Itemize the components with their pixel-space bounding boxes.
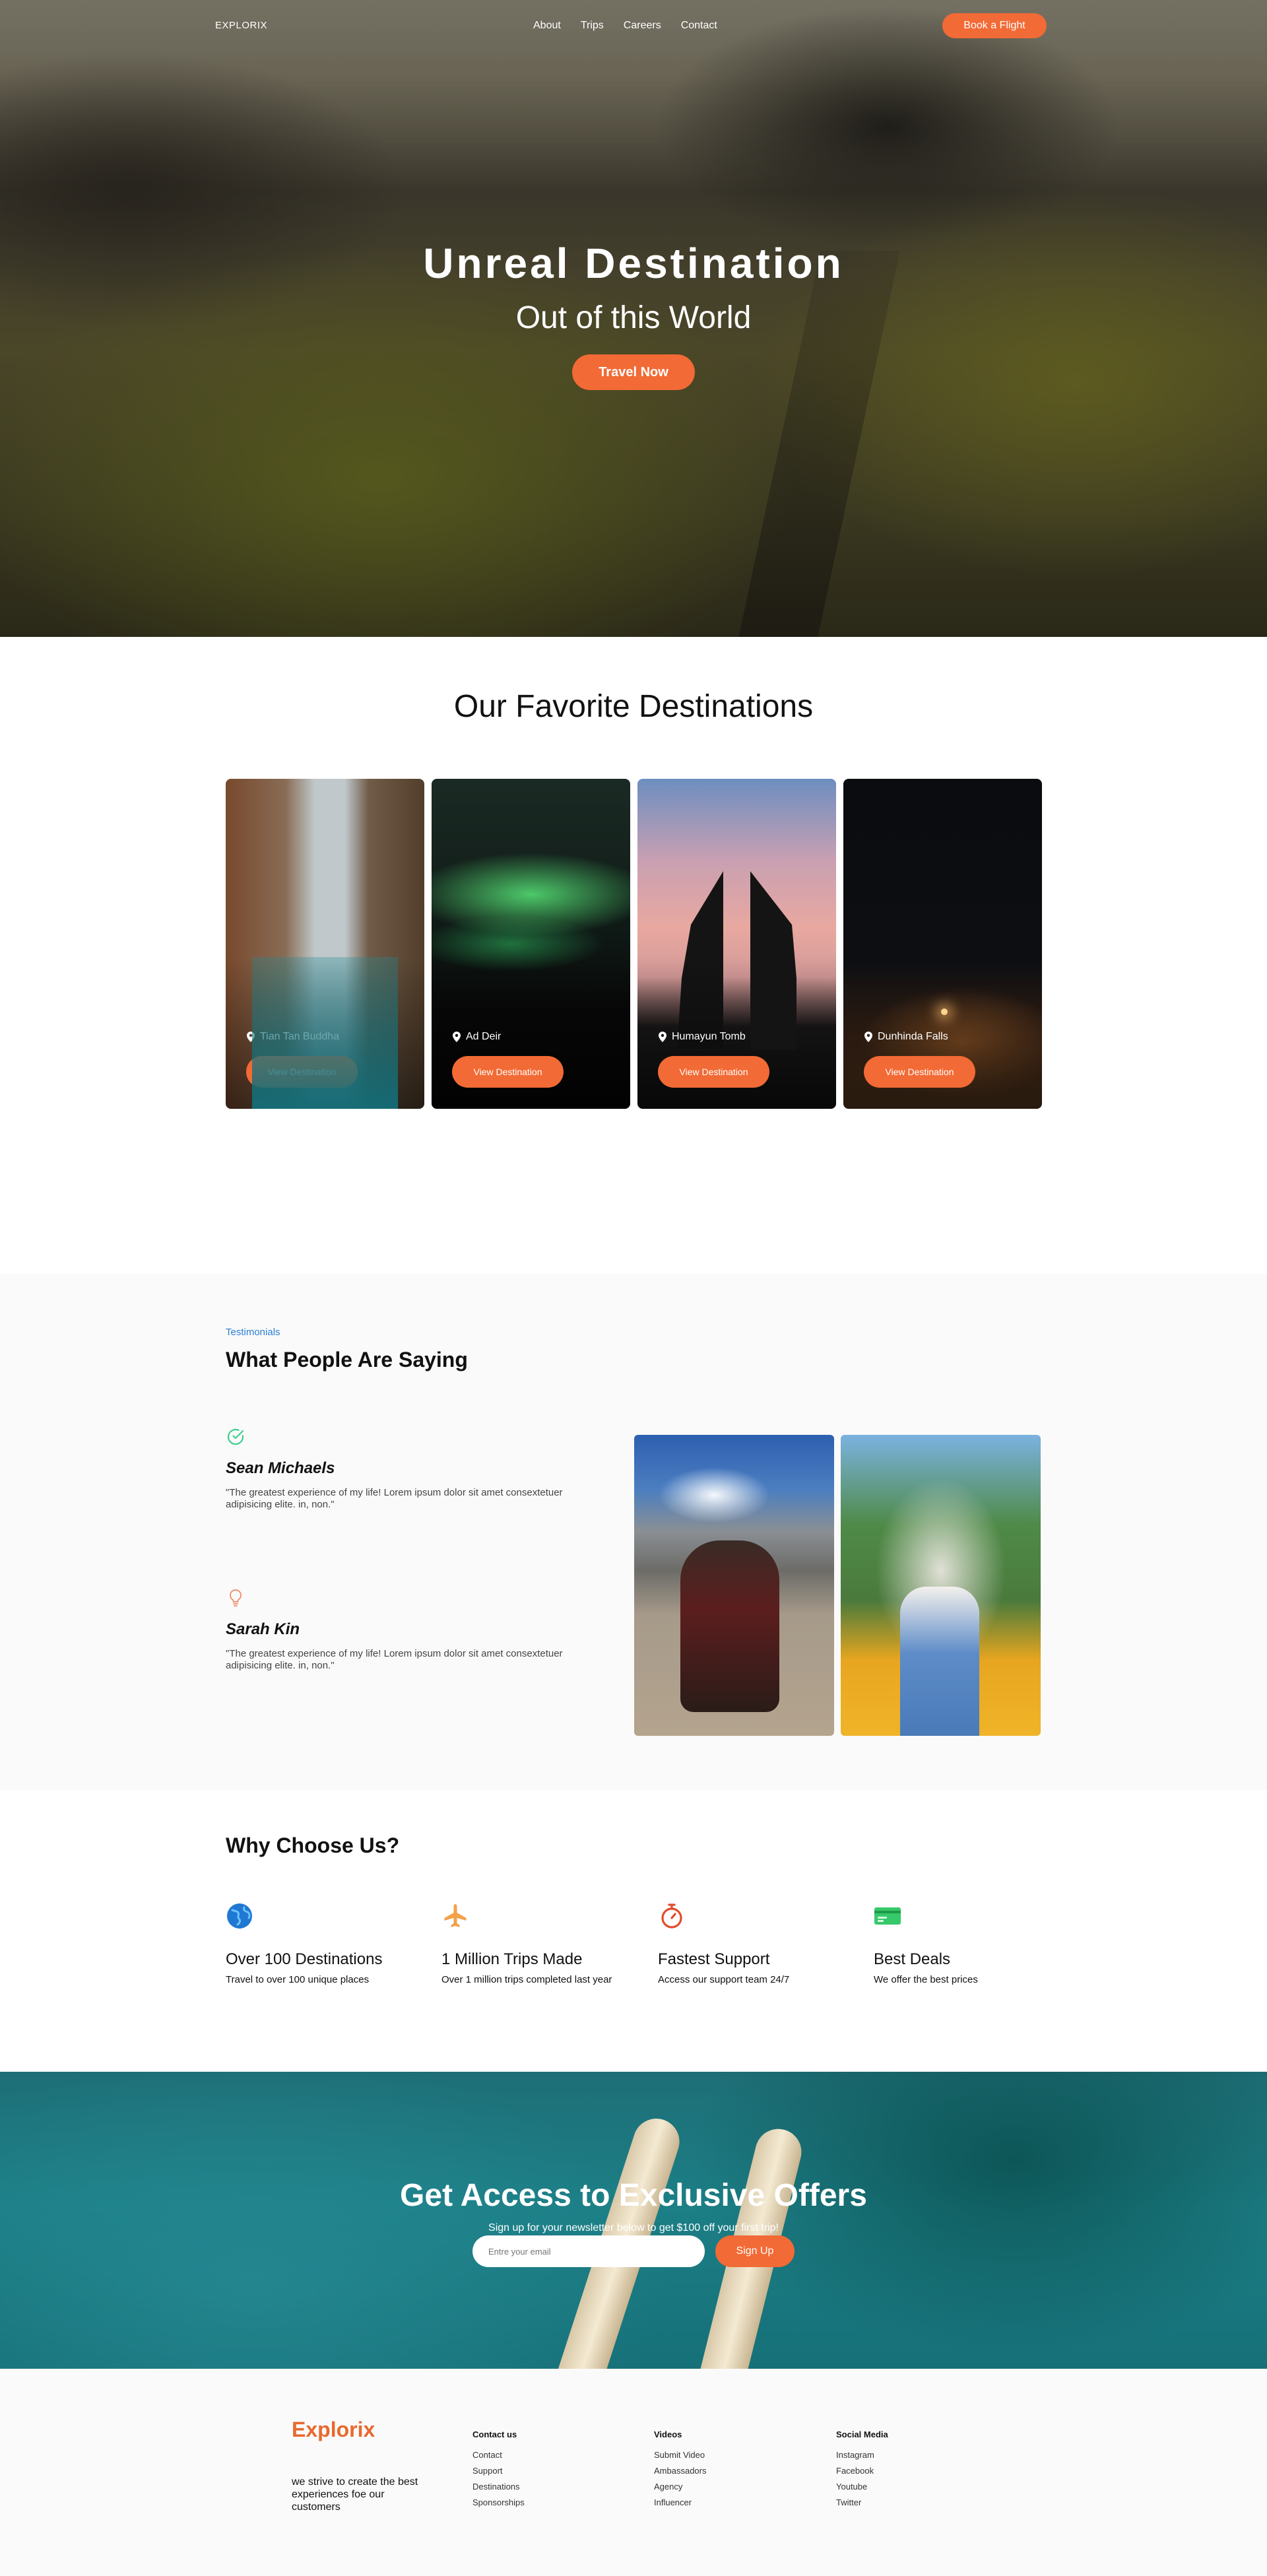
- brand-logo[interactable]: EXPLORIX: [215, 20, 267, 31]
- globe-icon: [227, 1903, 252, 1929]
- card-location-name: Tian Tan Buddha: [260, 1031, 340, 1042]
- footer-link[interactable]: Instagram: [836, 2450, 888, 2460]
- footer-logo[interactable]: Explorix: [292, 2418, 375, 2442]
- offers-subtitle: Sign up for your newsletter below to get…: [488, 2222, 779, 2233]
- destination-card: Ad Deir View Destination: [432, 779, 630, 1109]
- testimonial-item: Sarah Kin "The greatest experience of my…: [226, 1588, 595, 1672]
- book-flight-button[interactable]: Book a Flight: [942, 13, 1047, 38]
- why-choose-us-section: Why Choose Us? Over 100 Destinations Tra…: [0, 1790, 1267, 2072]
- feature-item: Over 100 Destinations Travel to over 100…: [226, 1902, 397, 1985]
- feature-description: Travel to over 100 unique places: [226, 1974, 370, 1985]
- location-pin-icon: [659, 1032, 666, 1042]
- credit-card-icon: [874, 1907, 901, 1925]
- footer-link[interactable]: Sponsorships: [472, 2497, 525, 2507]
- card-location-name: Ad Deir: [466, 1031, 502, 1042]
- card-location: Ad Deir: [453, 1031, 501, 1043]
- hero-title: Unreal Destination: [423, 240, 844, 287]
- feature-title: Best Deals: [874, 1950, 951, 1968]
- destinations-heading: Our Favorite Destinations: [453, 689, 814, 724]
- testimonial-quote: "The greatest experience of my life! Lor…: [226, 1648, 563, 1671]
- feature-description: We offer the best prices: [874, 1974, 978, 1985]
- footer-link[interactable]: Influencer: [654, 2497, 706, 2507]
- exclusive-offers-section: Get Access to Exclusive Offers Sign up f…: [0, 2072, 1267, 2369]
- feature-title: 1 Million Trips Made: [441, 1950, 583, 1968]
- hero-content: Unreal Destination Out of this World Tra…: [0, 239, 1267, 390]
- footer-column-title: Videos: [654, 2429, 682, 2439]
- footer: Explorix we strive to create the best ex…: [0, 2369, 1267, 2576]
- feature-description: Access our support team 24/7: [658, 1974, 790, 1985]
- footer-link[interactable]: Destinations: [472, 2482, 525, 2492]
- hero-section: EXPLORIX About Trips Careers Contact Boo…: [0, 0, 1267, 637]
- feature-description: Over 1 million trips completed last year: [441, 1974, 612, 1985]
- footer-column-videos: Videos Submit Video Ambassadors Agency I…: [654, 2429, 706, 2513]
- sign-up-button[interactable]: Sign Up: [715, 2235, 795, 2267]
- testimonials-eyebrow: Testimonials: [226, 1327, 280, 1338]
- offers-heading: Get Access to Exclusive Offers: [400, 2178, 867, 2213]
- hiker-with-dog-photo: [634, 1435, 834, 1736]
- top-navbar: EXPLORIX About Trips Careers Contact Boo…: [0, 0, 1267, 53]
- card-location-name: Humayun Tomb: [672, 1031, 746, 1042]
- testimonial-name: Sean Michaels: [226, 1459, 335, 1477]
- view-destination-button[interactable]: View Destination: [452, 1056, 564, 1088]
- testimonials-section: Testimonials What People Are Saying Sean…: [0, 1274, 1267, 1790]
- woman-in-flowers-photo: [841, 1435, 1041, 1736]
- nav-link-about[interactable]: About: [533, 20, 561, 32]
- card-location-name: Dunhinda Falls: [878, 1031, 948, 1042]
- view-destination-button[interactable]: View Destination: [864, 1056, 975, 1088]
- destinations-section: Our Favorite Destinations Tian Tan Buddh…: [0, 637, 1267, 1274]
- hero-subtitle: Out of this World: [515, 300, 752, 335]
- destination-card: Tian Tan Buddha View Destination: [226, 779, 424, 1109]
- testimonials-heading: What People Are Saying: [226, 1348, 468, 1371]
- feature-item: Fastest Support Access our support team …: [658, 1902, 829, 1985]
- destination-cards: Tian Tan Buddha View Destination Ad Deir…: [226, 779, 1042, 1109]
- nav-link-careers[interactable]: Careers: [624, 20, 661, 32]
- plane-icon: [444, 1904, 467, 1927]
- nav-link-contact[interactable]: Contact: [681, 20, 717, 32]
- email-input[interactable]: [472, 2235, 705, 2267]
- travel-now-button[interactable]: Travel Now: [572, 354, 695, 390]
- testimonial-item: Sean Michaels "The greatest experience o…: [226, 1427, 595, 1511]
- feature-item: 1 Million Trips Made Over 1 million trip…: [441, 1902, 613, 1985]
- check-circle-icon: [227, 1428, 244, 1445]
- nav-link-trips[interactable]: Trips: [581, 20, 604, 32]
- newsletter-form: Sign Up: [472, 2235, 795, 2267]
- testimonial-quote: "The greatest experience of my life! Lor…: [226, 1487, 563, 1510]
- view-destination-button[interactable]: View Destination: [246, 1056, 358, 1088]
- feature-title: Fastest Support: [658, 1950, 770, 1968]
- footer-column-title: Contact us: [472, 2429, 517, 2439]
- location-pin-icon: [247, 1032, 255, 1042]
- location-pin-icon: [453, 1032, 461, 1042]
- footer-column-title: Social Media: [836, 2429, 888, 2439]
- feature-title: Over 100 Destinations: [226, 1950, 383, 1968]
- nav-links: About Trips Careers Contact: [533, 20, 717, 32]
- why-heading: Why Choose Us?: [226, 1833, 400, 1857]
- location-pin-icon: [864, 1032, 872, 1042]
- destination-card: Dunhinda Falls View Destination: [843, 779, 1042, 1109]
- footer-link[interactable]: Youtube: [836, 2482, 888, 2492]
- view-destination-button[interactable]: View Destination: [658, 1056, 769, 1088]
- card-location: Dunhinda Falls: [864, 1031, 948, 1043]
- footer-column-social: Social Media Instagram Facebook Youtube …: [836, 2429, 888, 2513]
- footer-link[interactable]: Ambassadors: [654, 2466, 706, 2476]
- footer-link[interactable]: Support: [472, 2466, 525, 2476]
- footer-link[interactable]: Contact: [472, 2450, 525, 2460]
- lightbulb-icon: [230, 1589, 242, 1606]
- footer-tagline: we strive to create the best experiences…: [292, 2476, 418, 2513]
- footer-link[interactable]: Twitter: [836, 2497, 888, 2507]
- testimonial-name: Sarah Kin: [226, 1620, 300, 1638]
- footer-link[interactable]: Submit Video: [654, 2450, 706, 2460]
- card-location: Humayun Tomb: [659, 1031, 746, 1043]
- destination-card: Humayun Tomb View Destination: [637, 779, 836, 1109]
- footer-link[interactable]: Agency: [654, 2482, 706, 2492]
- card-location: Tian Tan Buddha: [247, 1031, 339, 1043]
- stopwatch-icon: [661, 1903, 682, 1929]
- footer-link[interactable]: Facebook: [836, 2466, 888, 2476]
- feature-item: Best Deals We offer the best prices: [874, 1902, 1045, 1985]
- footer-column-contact: Contact us Contact Support Destinations …: [472, 2429, 525, 2513]
